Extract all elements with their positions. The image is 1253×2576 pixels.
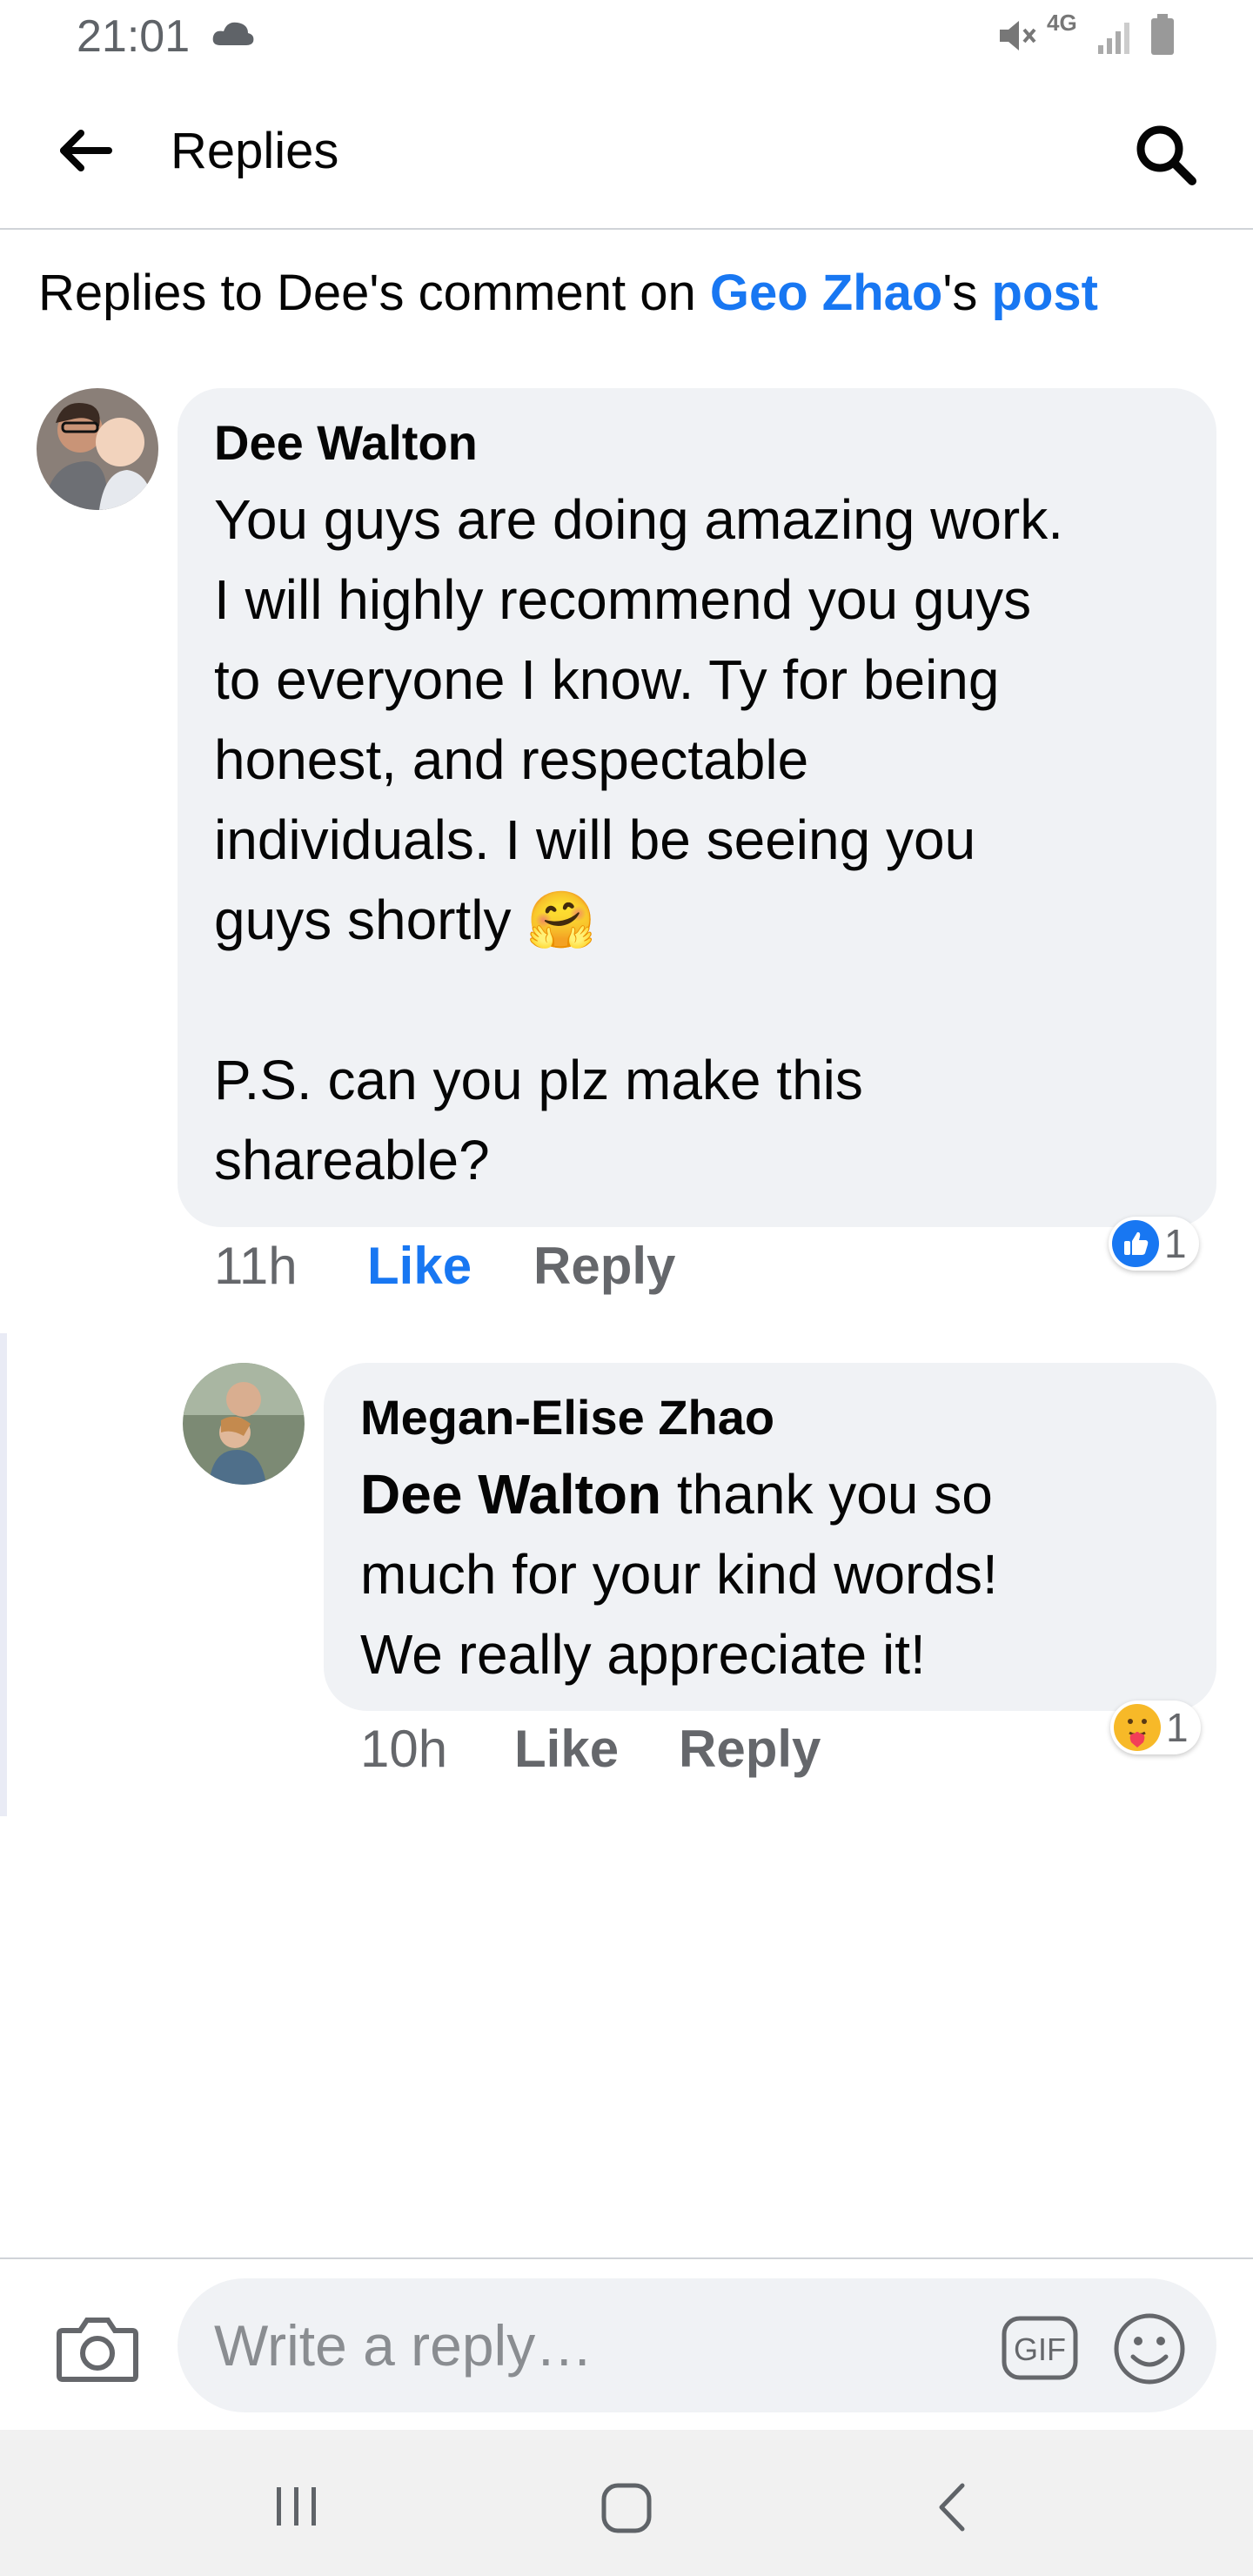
comment-bubble[interactable]: Dee Walton You guys are doing amazing wo… [178,388,1216,1227]
like-button[interactable]: Like [514,1719,619,1779]
search-button[interactable] [1122,111,1209,198]
nav-back-button[interactable] [919,2477,988,2538]
gif-label: GIF [1014,2331,1066,2367]
mention-link[interactable]: Dee Walton [360,1463,661,1526]
emoji-button[interactable] [1112,2311,1187,2386]
post-link[interactable]: post [992,265,1098,321]
back-button[interactable] [45,111,124,190]
reaction-count: 1 [1166,1705,1189,1750]
cloud-icon [212,22,254,45]
comment-line: P.S. can you plz make this [214,1049,863,1111]
comment-line: You guys are doing amazing work. [214,488,1063,551]
recents-icon [277,2487,316,2526]
mute-icon [1000,21,1036,50]
comment-text: Dee Walton thank you so much for your ki… [360,1454,1180,1694]
comment-time: 11h [214,1237,298,1295]
comment-line: much for your kind words! [360,1543,998,1606]
reply-button[interactable]: Reply [533,1236,675,1296]
avatar[interactable] [37,388,158,510]
recents-button[interactable] [261,2480,331,2532]
page-title: Replies [171,123,339,179]
comment-bubble[interactable]: Megan-Elise Zhao Dee Walton thank you so… [324,1363,1216,1711]
comment-line: to everyone I know. Ty for being [214,648,1000,711]
back-icon [939,2483,965,2532]
camera-button[interactable] [56,2311,139,2385]
comment-line: shareable? [214,1129,490,1191]
reply-button[interactable]: Reply [679,1719,821,1779]
reply-context: Replies to Dee's comment on Geo Zhao's p… [38,264,1098,322]
comment-text: You guys are doing amazing work. I will … [214,480,1180,1200]
home-button[interactable] [592,2477,661,2538]
context-possessive: 's [942,265,992,321]
smiley-icon [1114,2313,1185,2385]
avatar[interactable] [183,1363,305,1485]
camera-icon [57,2318,138,2382]
comment-line: We really appreciate it! [360,1623,926,1686]
user-link[interactable]: Geo Zhao [710,265,942,321]
care-reaction-icon [1114,1704,1161,1751]
like-button[interactable]: Like [367,1236,472,1296]
comment-line: Dee Walton thank you so [360,1463,993,1526]
comment-line: I will highly recommend you guys [214,568,1032,631]
reaction-badge[interactable]: 1 [1109,1217,1199,1271]
comment-line: guys shortly 🤗 [214,889,596,951]
arrow-left-icon [60,130,112,171]
composer-divider [0,2257,1253,2259]
signal-icon [1098,23,1129,54]
comment-time: 10h [360,1720,448,1778]
comment-line: honest, and respectable [214,728,809,791]
network-type-label: 4G [1047,10,1077,36]
context-prefix: Replies to Dee's comment on [38,265,710,321]
battery-icon [1151,14,1174,55]
home-icon [601,2483,652,2533]
comment-author[interactable]: Dee Walton [214,414,1180,471]
comment-line: individuals. I will be seeing you [214,808,976,871]
reaction-badge[interactable]: 1 [1110,1701,1201,1754]
gif-button[interactable]: GIF [1001,2315,1079,2381]
status-time: 21:01 [77,11,191,62]
comment-author[interactable]: Megan-Elise Zhao [360,1389,1180,1446]
comment-line [214,960,1180,1040]
thumbs-up-icon [1112,1220,1159,1267]
search-icon [1136,125,1196,185]
reaction-count: 1 [1164,1221,1187,1266]
thread-indicator [0,1333,7,1816]
